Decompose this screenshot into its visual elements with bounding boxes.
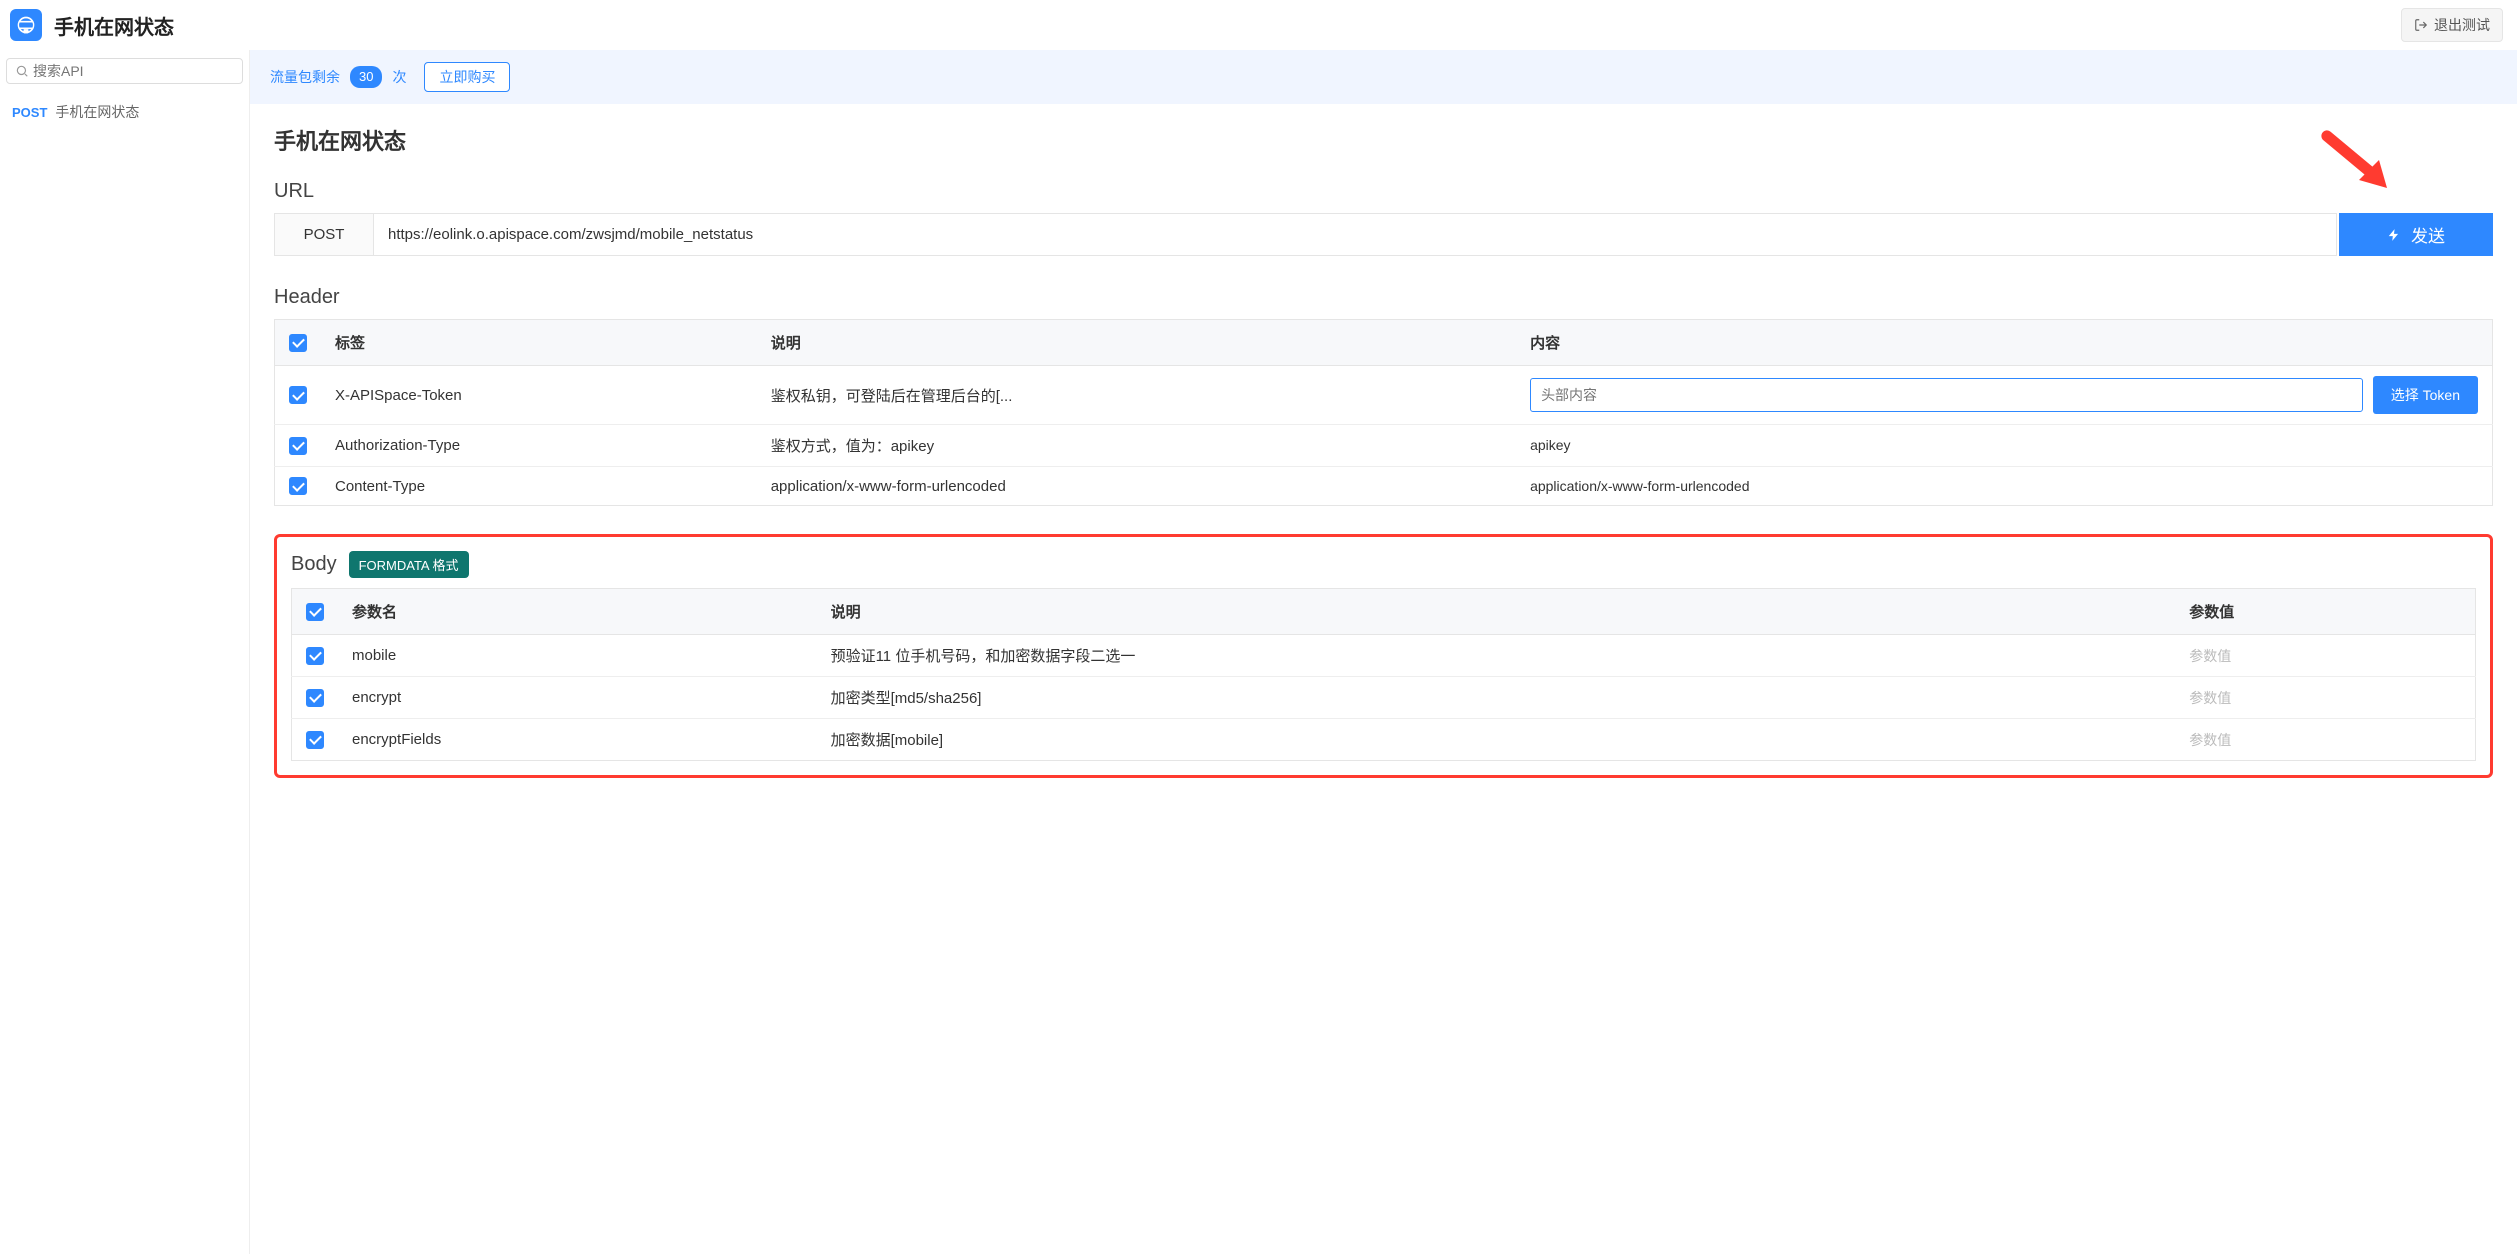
header-checkbox-all[interactable] (289, 334, 307, 352)
select-token-button[interactable]: 选择 Token (2373, 376, 2478, 414)
body-row-value-placeholder[interactable]: 参数值 (2189, 648, 2231, 664)
formdata-badge: FORMDATA 格式 (349, 551, 469, 578)
search-container[interactable] (6, 58, 243, 84)
body-row-checkbox[interactable] (306, 647, 324, 665)
header-content-input[interactable] (1530, 378, 2363, 412)
body-section-label: Body FORMDATA 格式 (291, 551, 2476, 578)
body-col-value: 参数值 (2175, 589, 2475, 635)
header-table: 标签 说明 内容 X-APISpace-Token 鉴权私钥，可登陆后在管理后台… (274, 319, 2493, 506)
body-row-value-placeholder[interactable]: 参数值 (2189, 732, 2231, 748)
header-col-desc: 说明 (757, 320, 1516, 366)
header-row: X-APISpace-Token 鉴权私钥，可登陆后在管理后台的[... 选择 … (275, 366, 2493, 425)
header-section-label: Header (274, 286, 2493, 309)
sidebar-item-mobile-status[interactable]: POST 手机在网状态 (6, 92, 243, 132)
sidebar-item-label: 手机在网状态 (55, 102, 139, 122)
body-col-name: 参数名 (338, 589, 817, 635)
header-row-checkbox[interactable] (289, 437, 307, 455)
header-row-desc: application/x-www-form-urlencoded (757, 467, 1516, 506)
search-input[interactable] (33, 63, 234, 79)
header-row: Content-Type application/x-www-form-urle… (275, 467, 2493, 506)
header-row-tag: Content-Type (321, 467, 757, 506)
body-row-name: encrypt (338, 677, 817, 719)
body-row: encrypt 加密类型[md5/sha256] 参数值 (292, 677, 2476, 719)
app-title: 手机在网状态 (54, 11, 174, 40)
body-col-desc: 说明 (817, 589, 2176, 635)
url-section-label: URL (274, 180, 2493, 203)
header-row-checkbox[interactable] (289, 386, 307, 404)
header-row-value: application/x-www-form-urlencoded (1530, 478, 1749, 494)
app-icon (10, 9, 42, 41)
send-label: 发送 (2411, 222, 2445, 247)
header-row-tag: X-APISpace-Token (321, 366, 757, 425)
buy-button[interactable]: 立即购买 (424, 62, 510, 92)
body-section-highlight: Body FORMDATA 格式 参数名 说明 参数值 (274, 534, 2493, 778)
quota-count-badge: 30 (350, 66, 382, 88)
exit-label: 退出测试 (2434, 15, 2490, 35)
sidebar: POST 手机在网状态 (0, 50, 250, 1254)
body-row: encryptFields 加密数据[mobile] 参数值 (292, 719, 2476, 761)
body-row: mobile 预验证11 位手机号码，和加密数据字段二选一 参数值 (292, 635, 2476, 677)
body-row-name: mobile (338, 635, 817, 677)
exit-test-button[interactable]: 退出测试 (2401, 8, 2503, 42)
page-title: 手机在网状态 (274, 124, 2493, 156)
header-row: Authorization-Type 鉴权方式，值为：apikey apikey (275, 425, 2493, 467)
header-col-tag: 标签 (321, 320, 757, 366)
header-col-content: 内容 (1516, 320, 2492, 366)
body-row-checkbox[interactable] (306, 689, 324, 707)
body-row-value-placeholder[interactable]: 参数值 (2189, 690, 2231, 706)
exit-icon (2414, 18, 2428, 32)
body-row-desc: 加密数据[mobile] (817, 719, 2176, 761)
body-checkbox-all[interactable] (306, 603, 324, 621)
search-icon (15, 64, 29, 78)
body-row-desc: 加密类型[md5/sha256] (817, 677, 2176, 719)
url-input[interactable] (374, 213, 2337, 256)
quota-suffix: 次 (392, 67, 406, 87)
sidebar-item-method: POST (12, 105, 47, 120)
lightning-icon (2387, 228, 2401, 242)
body-table: 参数名 说明 参数值 mobile 预验证11 位手机号码，和加密数据字段二选一… (291, 588, 2476, 761)
header-row-value: apikey (1530, 437, 1570, 453)
header-row-desc: 鉴权方式，值为：apikey (757, 425, 1516, 467)
quota-prefix: 流量包剩余 (270, 67, 340, 87)
header-row-checkbox[interactable] (289, 477, 307, 495)
body-row-name: encryptFields (338, 719, 817, 761)
body-row-desc: 预验证11 位手机号码，和加密数据字段二选一 (817, 635, 2176, 677)
send-button[interactable]: 发送 (2339, 213, 2493, 256)
header-row-desc: 鉴权私钥，可登陆后在管理后台的[... (757, 366, 1516, 425)
quota-bar: 流量包剩余 30 次 立即购买 (250, 50, 2517, 104)
body-row-checkbox[interactable] (306, 731, 324, 749)
method-box[interactable]: POST (274, 213, 374, 256)
header-row-tag: Authorization-Type (321, 425, 757, 467)
